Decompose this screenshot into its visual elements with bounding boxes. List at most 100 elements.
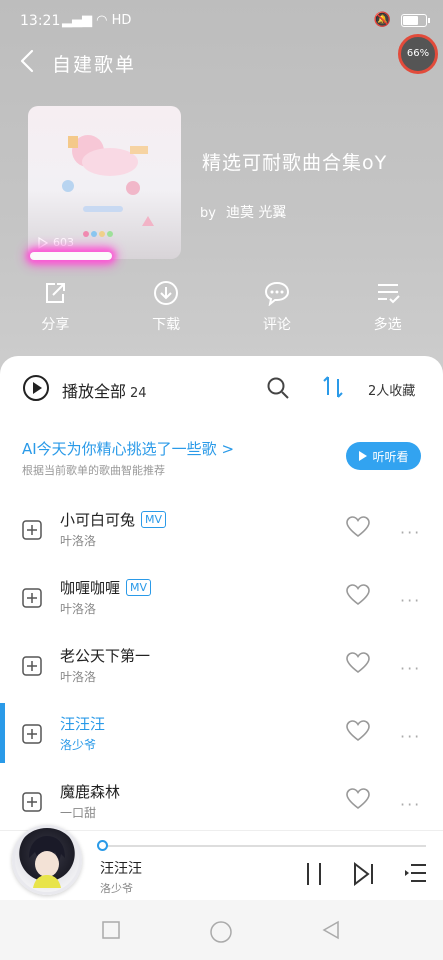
sort-icon[interactable] <box>320 374 346 400</box>
signal-wifi-indicator: ▂▄▆ ◠ HD <box>62 13 132 28</box>
ai-recommend-banner[interactable]: AI今天为你精心挑选了一些歌 > 根据当前歌单的歌曲智能推荐 听听看 <box>0 434 443 484</box>
list-item[interactable]: 老公天下第一 叶洛洛 ··· <box>0 635 443 703</box>
playback-progress[interactable] <box>100 845 426 847</box>
next-icon[interactable] <box>353 862 375 886</box>
share-label: 分享 <box>41 317 70 333</box>
download-icon <box>154 281 179 305</box>
song-name: 咖喱咖喱 <box>60 579 121 597</box>
home-icon[interactable] <box>209 920 233 944</box>
search-icon[interactable] <box>266 376 290 400</box>
song-name: 小可白可兔 <box>60 511 136 529</box>
share-icon <box>46 283 66 303</box>
listen-button[interactable]: 听听看 <box>346 442 421 470</box>
back-nav-icon[interactable] <box>321 920 341 940</box>
heart-icon[interactable] <box>345 583 371 607</box>
song-name: 汪汪汪 <box>60 715 106 733</box>
play-icon <box>359 451 368 461</box>
song-name: 老公天下第一 <box>60 647 151 665</box>
favorites-count[interactable]: 2人收藏 <box>368 380 415 399</box>
add-to-playlist-icon[interactable] <box>22 724 42 744</box>
download-label: 下载 <box>152 317 181 333</box>
battery-level <box>403 15 418 25</box>
now-playing-title: 汪汪汪 <box>100 861 142 877</box>
multi-select-button[interactable]: 多选 <box>332 280 443 340</box>
song-title: 老公天下第一 <box>60 645 150 666</box>
heart-icon[interactable] <box>345 787 371 811</box>
list-item-playing[interactable]: 汪汪汪 洛少爷 ··· <box>0 703 443 771</box>
album-title[interactable]: 精选可耐歌曲合集oY <box>202 148 387 175</box>
play-count: 603 <box>38 236 74 249</box>
listen-button-label: 听听看 <box>372 449 409 464</box>
multi-select-label: 多选 <box>373 317 402 333</box>
more-icon[interactable]: ··· <box>400 727 421 746</box>
mv-badge[interactable]: MV <box>141 511 167 528</box>
list-item[interactable]: 魔鹿森林 一口甜 ··· <box>0 771 443 839</box>
play-all-icon[interactable] <box>22 374 50 402</box>
song-artist: 叶洛洛 <box>60 534 97 548</box>
ai-recommend-title[interactable]: AI今天为你精心挑选了一些歌 > <box>22 438 234 459</box>
status-right: 🔕 <box>373 12 430 28</box>
heart-icon[interactable] <box>345 515 371 539</box>
back-icon[interactable] <box>14 46 42 76</box>
song-count: 24 <box>130 386 147 401</box>
play-all-button[interactable]: 播放全部 24 <box>62 378 147 402</box>
song-title: 咖喱咖喱 MV <box>60 577 152 598</box>
play-count-icon <box>38 236 48 249</box>
list-item[interactable]: 小可白可兔 MV 叶洛洛 ··· <box>0 499 443 567</box>
add-to-playlist-icon[interactable] <box>22 588 42 608</box>
list-item[interactable]: 咖喱咖喱 MV 叶洛洛 ··· <box>0 567 443 635</box>
add-to-playlist-icon[interactable] <box>22 656 42 676</box>
progress-handle[interactable] <box>97 840 108 851</box>
comment-label: 评论 <box>262 317 291 333</box>
ai-recommend-subtitle: 根据当前歌单的歌曲智能推荐 <box>22 464 165 477</box>
progress-ring[interactable]: 66% <box>398 34 438 74</box>
more-icon[interactable]: ··· <box>400 659 421 678</box>
play-all-text: 播放全部 <box>62 382 127 401</box>
add-to-playlist-icon[interactable] <box>22 792 42 812</box>
more-icon[interactable]: ··· <box>400 523 421 542</box>
song-title: 魔鹿森林 <box>60 781 120 802</box>
page-title: 自建歌单 <box>52 54 137 76</box>
comment-button[interactable]: 评论 <box>222 280 333 340</box>
comment-icon <box>264 281 289 306</box>
now-playing-avatar-art <box>29 836 65 888</box>
album-by-prefix: by <box>200 206 216 221</box>
recent-apps-icon[interactable] <box>101 920 121 940</box>
multi-select-icon <box>377 284 400 304</box>
network-type: HD <box>111 13 132 28</box>
more-icon[interactable]: ··· <box>400 795 421 814</box>
album-cover[interactable]: 603 <box>28 106 181 259</box>
status-time: 13:21 <box>20 13 61 29</box>
battery-icon <box>401 13 430 27</box>
mv-badge[interactable]: MV <box>126 579 152 596</box>
more-icon[interactable]: ··· <box>400 591 421 610</box>
status-bar: 13:21 ▂▄▆ ◠ HD 🔕 <box>0 0 443 42</box>
now-playing-artist: 洛少爷 <box>100 882 133 895</box>
system-navigation-bar <box>0 900 443 960</box>
song-title: 小可白可兔 MV <box>60 509 167 530</box>
share-button[interactable]: 分享 <box>0 280 111 340</box>
song-name: 魔鹿森林 <box>60 783 121 801</box>
song-artist: 洛少爷 <box>60 738 97 752</box>
song-artist: 叶洛洛 <box>60 670 97 684</box>
song-title: 汪汪汪 <box>60 713 105 734</box>
album-author[interactable]: by 迪莫 光翼 <box>200 202 286 222</box>
pause-icon[interactable] <box>303 861 325 887</box>
song-list-panel: 播放全部 24 2人收藏 AI今天为你精心挑选了一些歌 > 根据当前歌单的歌曲智能… <box>0 356 443 830</box>
add-to-playlist-icon[interactable] <box>22 520 42 540</box>
album-author-name: 迪莫 光翼 <box>225 205 287 221</box>
action-bar: 分享 下载 评论 多选 <box>0 280 443 340</box>
heart-icon[interactable] <box>345 719 371 743</box>
now-playing-cover[interactable] <box>12 825 82 895</box>
top-nav: 自建歌单 66% <box>0 34 443 82</box>
play-all-row: 播放全部 24 2人收藏 <box>0 370 443 406</box>
playlist-queue-icon[interactable] <box>404 861 428 885</box>
highlight-underline <box>30 252 112 260</box>
song-artist: 一口甜 <box>60 806 97 820</box>
heart-icon[interactable] <box>345 651 371 675</box>
download-button[interactable]: 下载 <box>111 280 222 340</box>
mini-player[interactable]: 汪汪汪 洛少爷 <box>0 825 443 900</box>
song-artist: 叶洛洛 <box>60 602 97 616</box>
mute-icon: 🔕 <box>373 12 391 28</box>
play-count-value: 603 <box>53 236 74 249</box>
